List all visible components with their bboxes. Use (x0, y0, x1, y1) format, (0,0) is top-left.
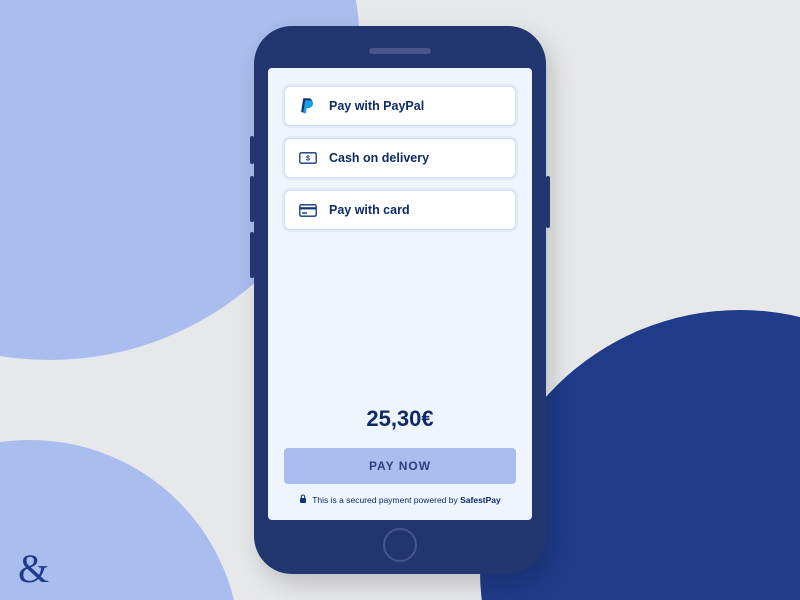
option-card[interactable]: Pay with card (284, 190, 516, 230)
card-icon (297, 204, 319, 217)
phone-side-button (250, 232, 254, 278)
lock-icon (299, 494, 307, 506)
option-label: Pay with card (329, 203, 410, 217)
option-label: Cash on delivery (329, 151, 429, 165)
phone-mock: Pay with PayPal $ Cash on delivery (254, 26, 546, 574)
secure-note: This is a secured payment powered by Saf… (284, 494, 516, 506)
option-paypal[interactable]: Pay with PayPal (284, 86, 516, 126)
phone-home-button (383, 528, 417, 562)
brand-mark: & (18, 545, 49, 592)
phone-speaker (369, 48, 431, 54)
order-total: 25,30€ (284, 406, 516, 432)
pay-now-button[interactable]: PAY NOW (284, 448, 516, 484)
phone-side-button (546, 176, 550, 228)
paypal-icon (297, 97, 319, 115)
payment-options: Pay with PayPal $ Cash on delivery (284, 86, 516, 230)
option-label: Pay with PayPal (329, 99, 424, 113)
cash-icon: $ (297, 152, 319, 164)
phone-side-button (250, 176, 254, 222)
secure-text: This is a secured payment powered by Saf… (312, 495, 501, 505)
stage: & Pay with PayPal (0, 0, 800, 600)
option-cash-on-delivery[interactable]: $ Cash on delivery (284, 138, 516, 178)
phone-side-button (250, 136, 254, 164)
spacer (284, 230, 516, 406)
checkout-screen: Pay with PayPal $ Cash on delivery (268, 68, 532, 520)
svg-text:$: $ (306, 156, 310, 163)
